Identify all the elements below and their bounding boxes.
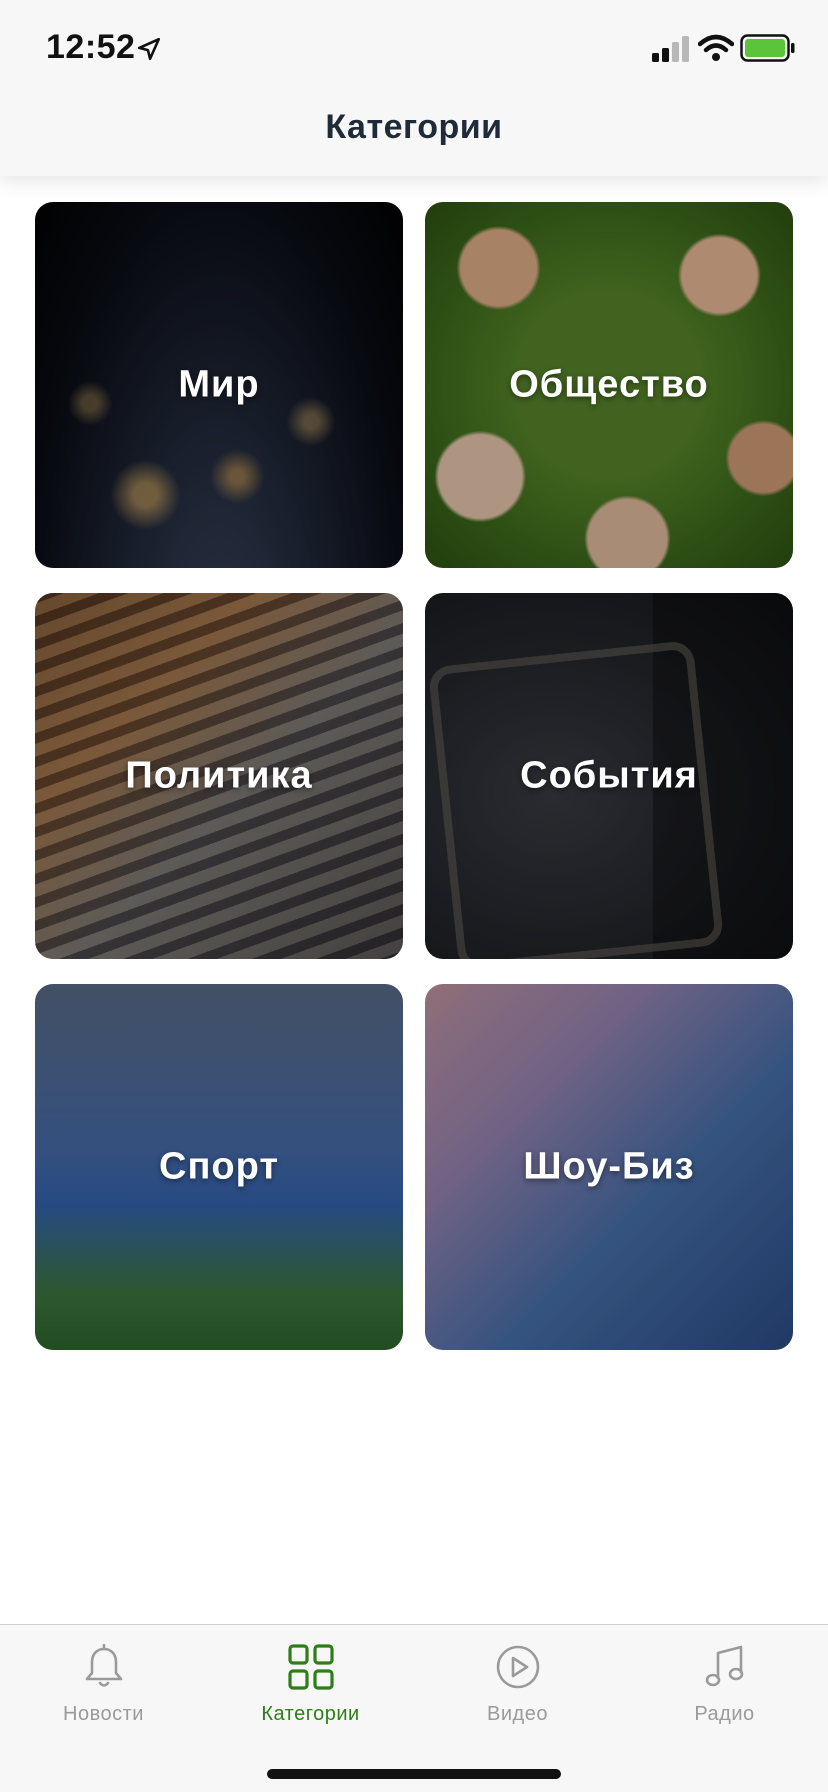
category-card-society[interactable]: Общество (425, 202, 793, 568)
category-card-world[interactable]: Мир (35, 202, 403, 568)
category-label: Политика (125, 754, 313, 797)
home-indicator[interactable] (267, 1769, 561, 1779)
category-card-sport[interactable]: Спорт (35, 984, 403, 1350)
grid-icon (287, 1644, 334, 1690)
music-note-icon (705, 1645, 743, 1687)
tab-categories[interactable]: Категории (207, 1625, 414, 1735)
category-card-showbiz[interactable]: Шоу-Биз (425, 984, 793, 1350)
tab-radio[interactable]: Радио (621, 1625, 828, 1735)
wifi-icon (698, 34, 734, 61)
bell-icon (85, 1643, 122, 1687)
category-label: Шоу-Биз (523, 1145, 695, 1188)
categories-screen: 12:52 Категории Мир Общество Политика Со… (0, 0, 828, 1792)
battery-icon (740, 34, 795, 62)
location-arrow-icon (137, 37, 161, 61)
tab-label: Новости (63, 1703, 144, 1725)
tab-video[interactable]: Видео (414, 1625, 621, 1735)
category-label: Общество (509, 363, 709, 406)
status-time: 12:52 (46, 28, 136, 66)
category-label: Мир (178, 363, 260, 406)
categories-grid: Мир Общество Политика События Спорт Шоу-… (35, 202, 793, 1350)
tab-news[interactable]: Новости (0, 1625, 207, 1735)
category-card-politics[interactable]: Политика (35, 593, 403, 959)
tab-label: Радио (694, 1703, 755, 1725)
status-bar: 12:52 (0, 0, 828, 100)
play-circle-icon (496, 1645, 539, 1689)
cellular-signal-icon (652, 36, 689, 62)
bottom-tab-bar: Новости Категории Видео Радио (0, 1624, 828, 1792)
tab-label: Категории (261, 1703, 360, 1725)
category-label: События (520, 754, 698, 797)
tab-label: Видео (487, 1703, 548, 1725)
category-card-events[interactable]: События (425, 593, 793, 959)
page-title: Категории (325, 108, 503, 146)
category-label: Спорт (159, 1145, 279, 1188)
top-bar: 12:52 Категории (0, 0, 828, 176)
